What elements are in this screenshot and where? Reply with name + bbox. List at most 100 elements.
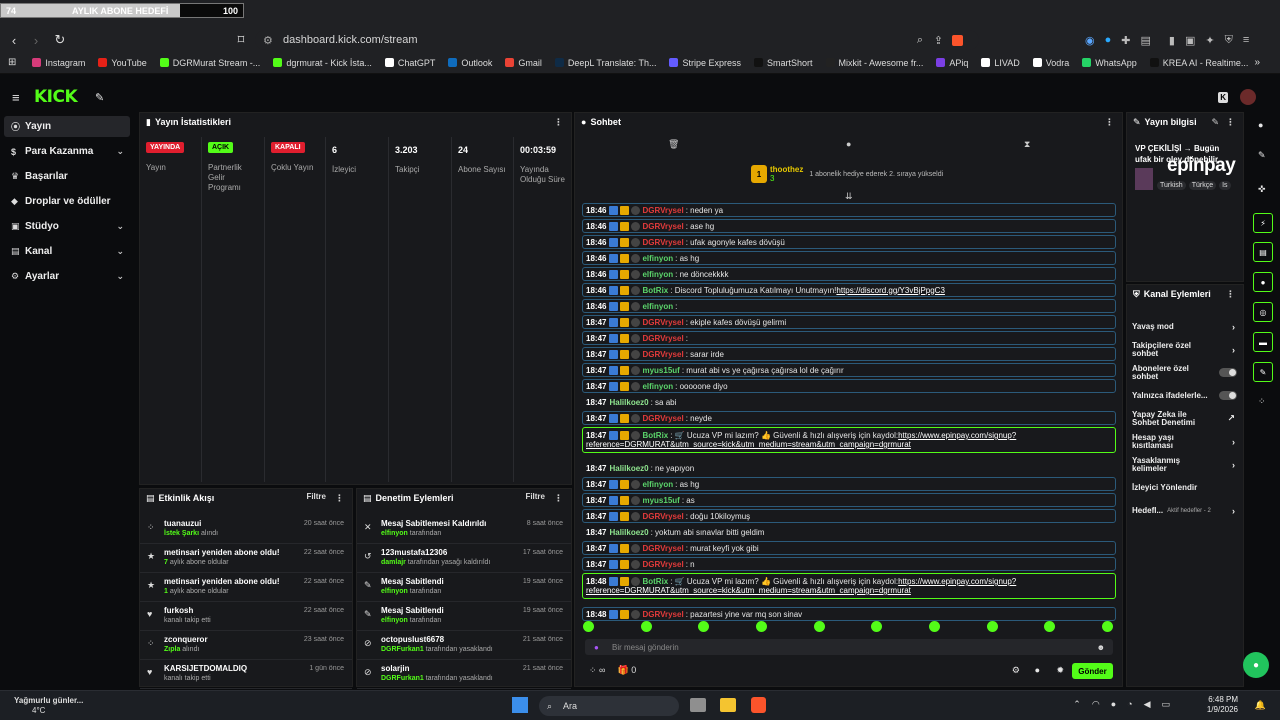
feed-row[interactable]: ★ metinsari yeniden abone oldu! 7 aylık ab… xyxy=(140,544,352,573)
trash-icon[interactable]: 🗑 xyxy=(668,139,679,150)
bookmark-item[interactable]: LIVAD xyxy=(981,58,1020,68)
sidebar-item-2[interactable]: ♛ Başarılar xyxy=(4,166,130,187)
more-icon[interactable]: ⋮ xyxy=(1226,117,1235,128)
edit-icon[interactable]: ✎ xyxy=(1211,117,1219,128)
avatar[interactable] xyxy=(1240,89,1256,105)
chat-username[interactable]: DGRVrysel xyxy=(642,560,683,569)
clock[interactable]: 6:48 PM 1/9/2026 xyxy=(1207,695,1238,715)
cog-icon[interactable]: ✹ xyxy=(1056,665,1064,676)
emote-icon[interactable] xyxy=(698,621,710,632)
channel-action-row[interactable]: Yalnızca ifadelerle... xyxy=(1127,384,1243,407)
feed-row[interactable]: ⊘ solarjin DGRFurkan1 tarafından yasakland… xyxy=(357,660,571,689)
chat-username[interactable]: elfinyon xyxy=(642,480,673,489)
chat-username[interactable]: elfinyon xyxy=(642,302,673,311)
apps-icon[interactable]: ⊞ xyxy=(8,57,16,68)
hamburger-icon[interactable]: ≡ xyxy=(12,90,20,105)
emote-icon[interactable] xyxy=(640,621,652,632)
feed-row[interactable]: ♥ KARSIJETDOMALDIQ kanalı takip etti 1 gün … xyxy=(140,660,352,689)
bookmark-item[interactable]: Gmail xyxy=(505,58,542,68)
sidebar-item-5[interactable]: ▤ Kanal ⌄ xyxy=(4,241,130,262)
pin-icon[interactable]: ✎ xyxy=(95,91,104,104)
vpn-icon[interactable]: ⛨ xyxy=(1225,34,1233,47)
filter-button[interactable]: Filtre xyxy=(306,492,326,501)
site-info-icon[interactable]: ⚙ xyxy=(263,34,273,47)
share-icon[interactable]: ⇪ xyxy=(934,34,943,47)
notification-icon[interactable]: 🔔 xyxy=(1255,700,1266,711)
more-bookmarks-icon[interactable]: » xyxy=(1254,57,1260,68)
more-icon[interactable]: ⋮ xyxy=(1105,117,1114,128)
info-icon[interactable]: ● xyxy=(1258,120,1263,130)
chat-username[interactable]: DGRVrysel xyxy=(642,222,683,231)
feed-row[interactable]: ↺ 123mustafa12306 damlajr tarafından yasağ… xyxy=(357,544,571,573)
tabs-icon[interactable]: ▤ xyxy=(1140,34,1150,47)
stream-tag[interactable]: Türkçe xyxy=(1188,181,1217,190)
sidebar-item-0[interactable]: ⦿ Yayın xyxy=(4,116,130,137)
bookmark-item[interactable]: Outlook xyxy=(448,58,492,68)
chat-message[interactable]: 18:46 DGRVrysel: ufak agonyle kafes dövüş… xyxy=(582,235,1116,249)
chat-username[interactable]: DGRVrysel xyxy=(642,206,683,215)
chat-rail-button[interactable]: ● xyxy=(1253,272,1273,292)
more-icon[interactable]: ⋮ xyxy=(554,117,563,128)
bookmark-icon[interactable]: ⌑ xyxy=(231,30,251,50)
chat-input[interactable]: ● Bir mesaj gönderin ☻ xyxy=(585,639,1113,655)
bookmark-item[interactable]: APiq xyxy=(936,58,968,68)
broadcast-rail-button[interactable]: ◎ xyxy=(1253,302,1273,322)
feed-row[interactable]: ♥ furkosh kanalı takip etti 22 saat önce xyxy=(140,602,352,631)
chat-username[interactable]: DGRVrysel xyxy=(642,610,683,619)
chat-message[interactable]: 18:47 DGRVrysel: xyxy=(582,331,1116,345)
feed-row[interactable]: ✎ Mesaj Sabitlendi elfinyon tarafından 19 s… xyxy=(357,573,571,602)
bookmark-item[interactable]: dgrmurat - Kick İsta... xyxy=(273,58,372,68)
chat-username[interactable]: Halilkoez0 xyxy=(609,464,648,473)
back-icon[interactable]: ‹ xyxy=(4,30,24,50)
toggle-switch[interactable] xyxy=(1219,368,1237,377)
collapse-icon[interactable]: ⇊ xyxy=(845,191,853,202)
bookmark-item[interactable]: Instagram xyxy=(32,58,85,68)
extension-icon[interactable]: ● xyxy=(1105,34,1112,46)
feed-row[interactable]: ⊘ octopuslust6678 DGRFurkan1 tarafından ya… xyxy=(357,631,571,660)
emote-icon[interactable] xyxy=(755,621,767,632)
channel-action-row[interactable]: Hesap yaşı kısıtlaması › xyxy=(1127,430,1243,453)
gift-button[interactable]: 🎁 0 xyxy=(617,665,636,676)
target-icon[interactable]: ✜ xyxy=(1258,184,1266,195)
emote-icon[interactable] xyxy=(1101,621,1113,632)
chat-message[interactable]: 18:47 DGRVrysel: ekiple kafes dövüşü geli… xyxy=(582,315,1116,329)
menu-icon[interactable]: ≡ xyxy=(1243,34,1249,46)
chat-link[interactable]: https://discord.gg/Y3vBjPpgC3 xyxy=(836,286,945,295)
filter-button[interactable]: Filtre xyxy=(525,492,545,501)
bookmark-item[interactable]: DeepL Translate: Th... xyxy=(554,58,656,68)
chat-username[interactable]: elfinyon xyxy=(642,254,673,263)
emote-icon[interactable] xyxy=(928,621,940,632)
settings-icon[interactable]: ⚙ xyxy=(1012,665,1020,676)
bookmark-item[interactable]: DGRMurat Stream -... xyxy=(159,58,260,68)
emote-icon[interactable] xyxy=(813,621,825,632)
chat-username[interactable]: elfinyon xyxy=(642,270,673,279)
chat-message[interactable]: 18:46 DGRVrysel: ase hg xyxy=(582,219,1116,233)
chat-username[interactable]: DGRVrysel xyxy=(642,544,683,553)
chat-username[interactable]: DGRVrysel xyxy=(642,334,683,343)
chat-message[interactable]: 18:47 DGRVrysel: sarar irde xyxy=(582,347,1116,361)
volume-icon[interactable]: ◀ xyxy=(1144,699,1151,710)
task-view-icon[interactable] xyxy=(690,698,706,712)
reload-icon[interactable]: ↻ xyxy=(50,30,70,50)
stream-tag[interactable]: Is xyxy=(1219,181,1231,190)
chat-username[interactable]: myus15uf xyxy=(642,496,679,505)
emote-icon[interactable] xyxy=(1044,621,1056,632)
chat-message[interactable]: 18:47 myus15uf: murat abi vs ye çağırsa ç… xyxy=(582,363,1116,377)
sidebar-item-6[interactable]: ⚙ Ayarlar ⌄ xyxy=(4,266,130,287)
mic-icon[interactable]: ● xyxy=(594,643,599,652)
chat-message[interactable]: 18:47 DGRVrysel: doğu 10kiloymuş xyxy=(582,509,1116,523)
send-button[interactable]: Gönder xyxy=(1072,663,1113,679)
hourglass-icon[interactable]: ⧗ xyxy=(1024,139,1030,150)
channel-action-row[interactable]: Yasaklanmış kelimeler › xyxy=(1127,453,1243,476)
channel-action-row[interactable]: Yavaş mod › xyxy=(1127,315,1243,338)
weather-widget[interactable]: Yağmurlu günler... 4°C xyxy=(14,696,83,716)
toggle-switch[interactable] xyxy=(1219,391,1237,400)
bookmark-item[interactable]: YouTube xyxy=(98,58,147,68)
screen-rail-button[interactable]: ▬ xyxy=(1253,332,1273,352)
channel-action-row[interactable]: Takipçilere özel sohbet › xyxy=(1127,338,1243,361)
address-bar[interactable]: ⚙ dashboard.kick.com/stream ⌕ ⇪ xyxy=(255,30,979,50)
chat-username[interactable]: Halilkoez0 xyxy=(609,398,648,407)
bookmark-item[interactable]: SmartShort xyxy=(754,58,813,68)
chat-username[interactable]: elfinyon xyxy=(642,382,673,391)
chat-username[interactable]: Halilkoez0 xyxy=(609,528,648,537)
